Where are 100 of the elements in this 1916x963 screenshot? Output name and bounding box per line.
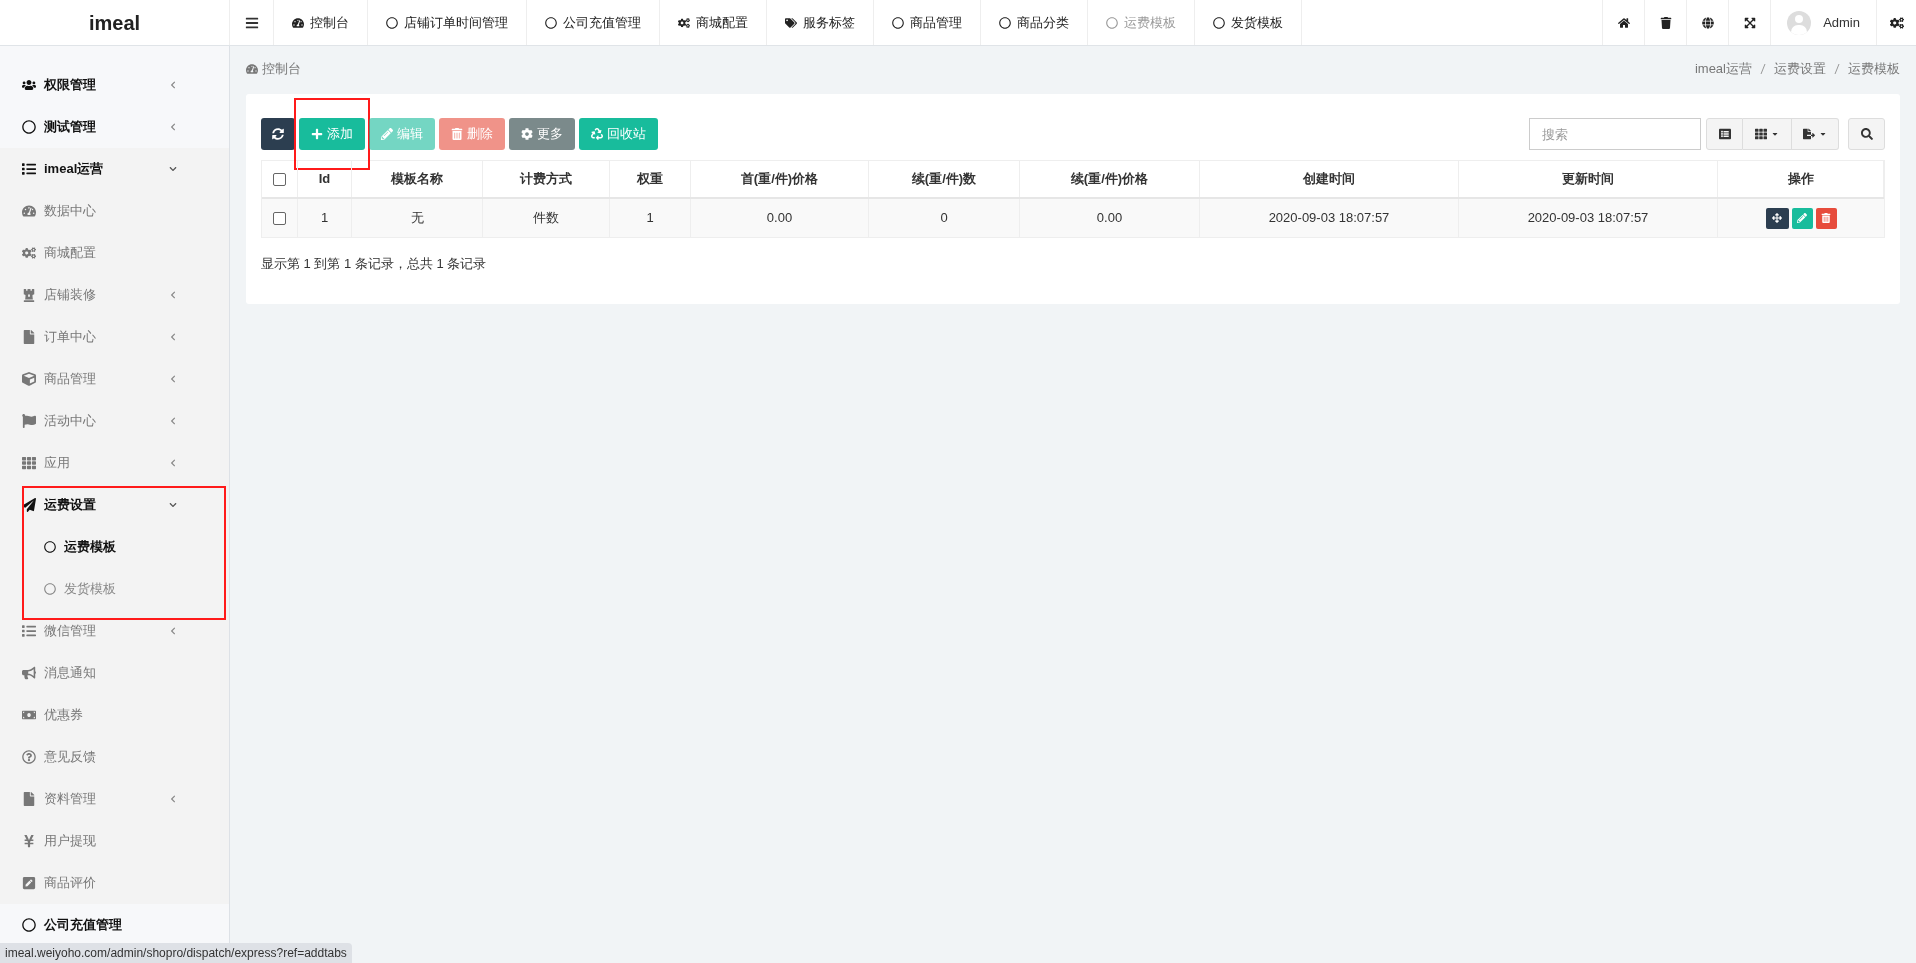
table-cell-text: 2020-09-03 18:07:57 (1268, 209, 1390, 228)
pencil-icon (1797, 213, 1807, 223)
columns-dropdown[interactable] (1743, 118, 1792, 150)
sidebar-item[interactable]: 用户提现 (0, 820, 229, 862)
table-cell-text: 0.00 (1096, 209, 1123, 228)
refresh-icon (272, 128, 284, 140)
caret-icon (1819, 130, 1827, 138)
nav-tab[interactable]: 商品管理 (874, 0, 981, 45)
table-cell-text: 0.00 (766, 209, 793, 228)
sidebar-subitem[interactable]: 发货模板 (0, 568, 229, 610)
users-icon (22, 78, 36, 92)
table-cell-text: 件数 (533, 209, 559, 228)
sidebar-item[interactable]: 测试管理 (0, 106, 229, 148)
sidebar-item[interactable]: 优惠券 (0, 694, 229, 736)
column-header: 创建时间 (1303, 170, 1355, 189)
sidebar-item[interactable]: 订单中心 (0, 316, 229, 358)
list-icon (22, 162, 36, 176)
sidebar-item[interactable]: 微信管理 (0, 610, 229, 652)
trash-icon (451, 128, 463, 140)
paper-plane-icon (22, 498, 36, 512)
column-header: Id (318, 170, 331, 189)
sidebar-item[interactable]: 应用 (0, 442, 229, 484)
recycle-icon (591, 128, 603, 140)
pagination-info: 显示第 1 到第 1 条记录，总共 1 条记录 (261, 255, 488, 273)
sidebar-item[interactable]: 运费设置 (0, 484, 229, 526)
sidebar-item[interactable]: imeal运营 (0, 148, 229, 190)
column-header: 权重 (637, 170, 663, 189)
toolbar-button[interactable]: 添加 (299, 118, 365, 150)
pencil-icon (381, 128, 393, 140)
sidebar-item[interactable]: 公司充值管理 (0, 904, 229, 946)
globe-icon (1701, 16, 1714, 29)
nav-tab[interactable]: 服务标签 (767, 0, 874, 45)
caret-icon (1771, 130, 1779, 138)
toolbar-button[interactable]: 更多 (509, 118, 575, 150)
toolbar-button[interactable]: 回收站 (579, 118, 658, 150)
trash-icon (1659, 16, 1672, 29)
column-header: 续(重/件)数 (911, 170, 977, 189)
grid-icon (22, 456, 36, 470)
column-header: 计费方式 (520, 170, 572, 189)
sidebar-item[interactable]: 商品管理 (0, 358, 229, 400)
nav-tab[interactable]: 控制台 (274, 0, 368, 45)
table-cell-text: 0 (940, 209, 948, 228)
toggle-view-button[interactable] (1706, 118, 1743, 150)
grid-icon (1755, 128, 1767, 140)
nav-tab[interactable]: 公司充值管理 (527, 0, 660, 45)
sidebar-item[interactable]: 店铺装修 (0, 274, 229, 316)
export-icon (1803, 128, 1815, 140)
page-title: 控制台 (262, 60, 301, 79)
menu-icon (244, 15, 259, 30)
sidebar-item[interactable]: 活动中心 (0, 400, 229, 442)
checkbox[interactable] (273, 211, 286, 225)
breadcrumb-link[interactable]: 运费模板 (1848, 59, 1900, 79)
cube-icon (22, 372, 36, 386)
checkbox[interactable] (273, 172, 286, 186)
file-icon (22, 330, 36, 344)
plus-icon (311, 128, 323, 140)
list-icon (1718, 128, 1731, 140)
home-icon (1617, 16, 1630, 29)
flag-icon (22, 414, 36, 428)
nav-tab[interactable]: 运费模板 (1088, 0, 1195, 45)
nav-tab[interactable]: 商城配置 (660, 0, 767, 45)
tower-icon (22, 288, 36, 302)
question-icon (22, 750, 36, 764)
export-dropdown[interactable] (1792, 118, 1839, 150)
file-icon (22, 792, 36, 806)
sidebar-item[interactable]: 权限管理 (0, 64, 229, 106)
column-header: 操作 (1787, 170, 1814, 189)
gear-icon (521, 128, 533, 140)
avatar (1787, 10, 1812, 35)
logo[interactable]: imeal (0, 0, 230, 45)
user-menu[interactable]: Admin (1770, 0, 1876, 45)
list-icon (22, 624, 36, 638)
search-field[interactable]: 搜索 (1529, 118, 1701, 150)
refresh-button[interactable] (261, 118, 295, 150)
nav-tab[interactable]: 商品分类 (981, 0, 1088, 45)
tags-icon (785, 16, 797, 29)
sidebar-item[interactable]: 商品评价 (0, 862, 229, 904)
megaphone-icon (22, 666, 36, 680)
breadcrumb-link[interactable]: 运费设置 (1774, 59, 1826, 79)
gears-icon (678, 16, 690, 29)
sidebar-item[interactable]: 意见反馈 (0, 736, 229, 778)
nav-tab[interactable]: 发货模板 (1195, 0, 1302, 45)
sidebar-item[interactable]: 资料管理 (0, 778, 229, 820)
delete-button[interactable] (1815, 207, 1837, 229)
search-button[interactable] (1848, 118, 1885, 150)
table-cell-text: 1 (646, 209, 654, 228)
sidebar-item[interactable]: 商城配置 (0, 232, 229, 274)
drag-button[interactable] (1765, 207, 1789, 229)
dashboard-icon (22, 204, 36, 218)
fullscreen-icon (1743, 16, 1756, 29)
table-cell-text: 无 (410, 209, 424, 228)
nav-tab[interactable]: 店铺订单时间管理 (368, 0, 527, 45)
sidebar-item[interactable]: 消息通知 (0, 652, 229, 694)
breadcrumb-separator (1760, 63, 1766, 75)
dashboard-icon (246, 63, 258, 75)
breadcrumb-link[interactable]: imeal运营 (1694, 59, 1752, 79)
dashboard-icon (292, 16, 304, 29)
status-bar: imeal.weiyoho.com/admin/shopro/dispatch/express?ref=addtabs (0, 943, 352, 963)
sidebar-item[interactable]: 数据中心 (0, 190, 229, 232)
sidebar-subitem[interactable]: 运费模板 (0, 526, 229, 568)
